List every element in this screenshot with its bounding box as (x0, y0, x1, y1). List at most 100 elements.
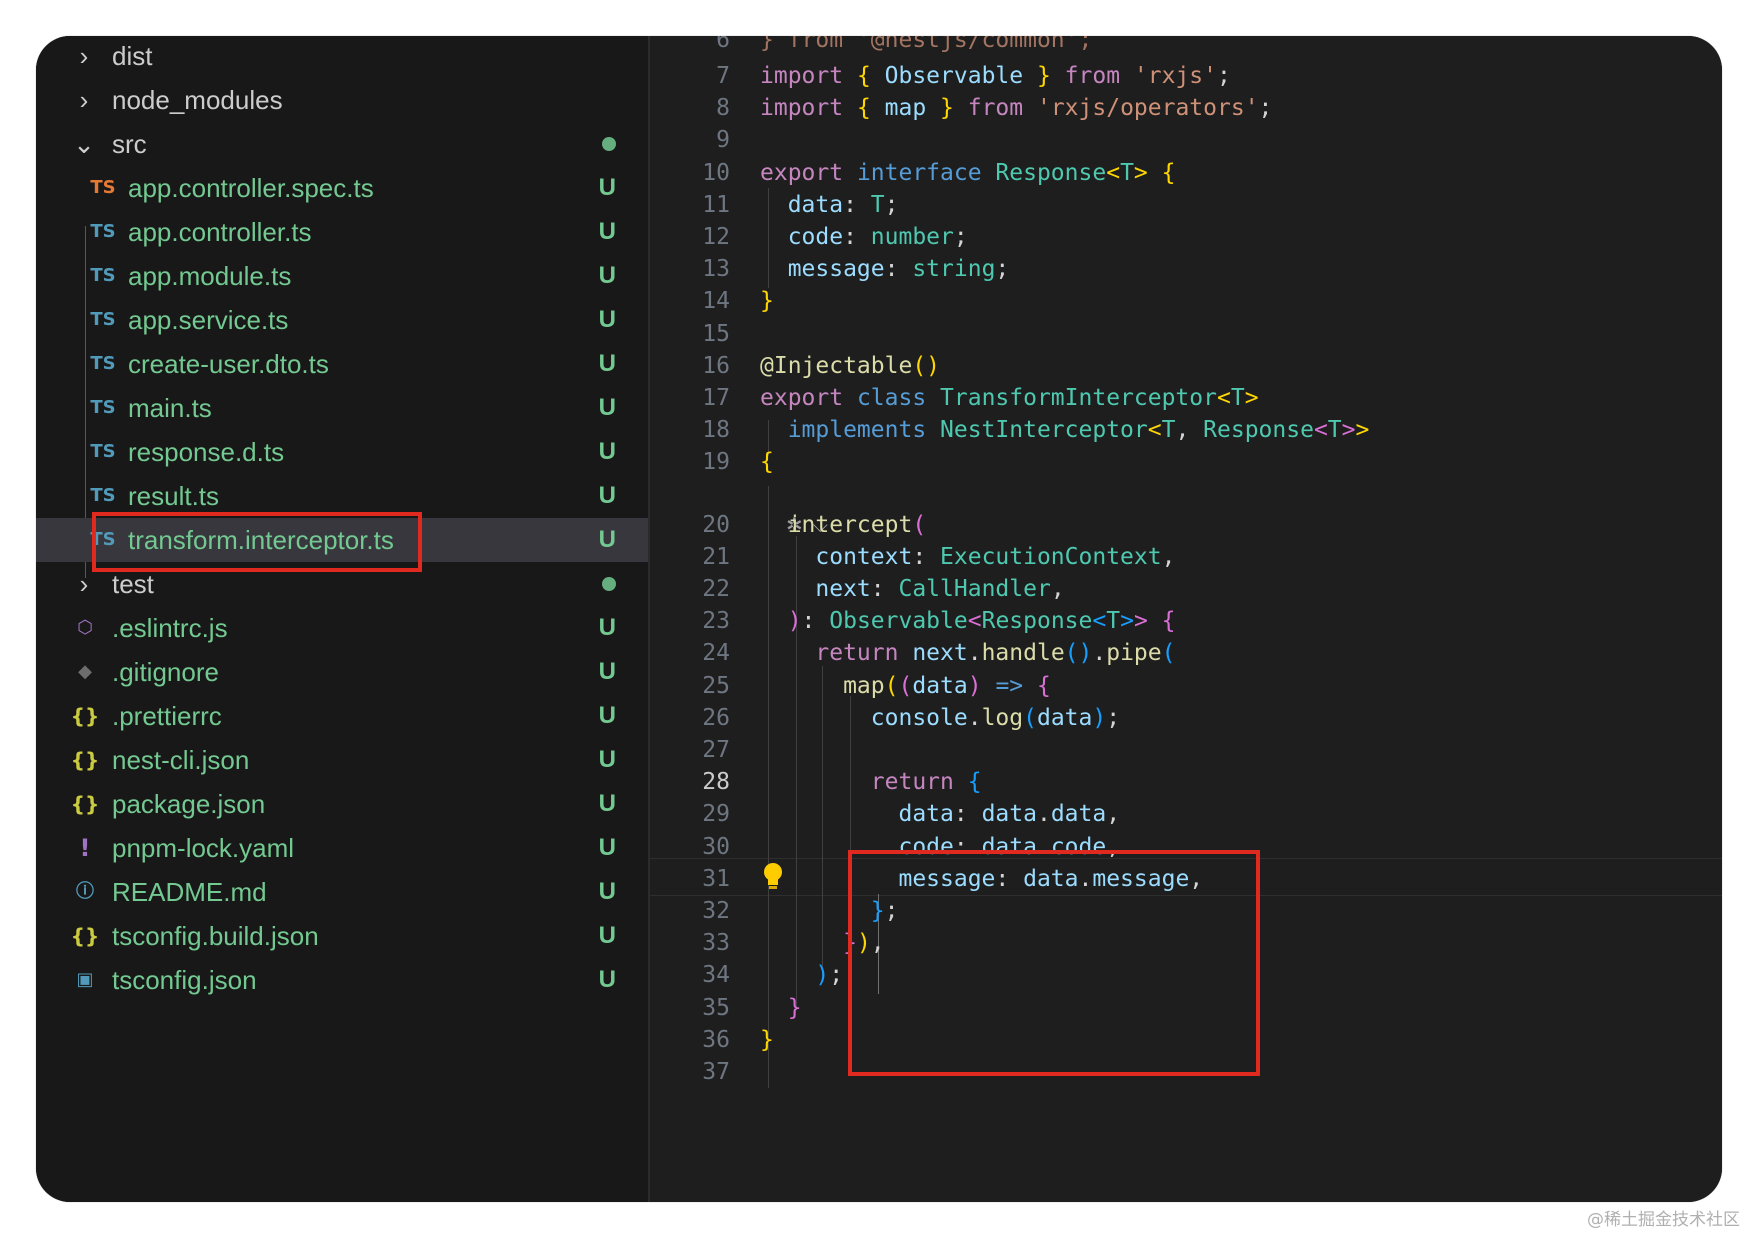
code-line[interactable]: import { map } from 'rxjs/operators'; (650, 90, 1722, 126)
tree-item-label: response.d.ts (128, 437, 285, 467)
git-status-badge: U (598, 702, 616, 729)
code-line[interactable] (650, 316, 1722, 352)
git-status-badge: U (598, 306, 616, 333)
tree-file[interactable]: TS response.d.ts U (36, 430, 648, 474)
code-line[interactable]: context: ExecutionContext, (650, 539, 1722, 575)
tree-file[interactable]: ▣ tsconfig.json U (36, 958, 648, 1002)
tree-file[interactable]: {} .prettierrc U (36, 694, 648, 738)
tree-file[interactable]: {} tsconfig.build.json U (36, 914, 648, 958)
vscode-window: › dist › node_modules ⌄ src TS app.controller.s… (36, 36, 1722, 1202)
watermark: @稀土掘金技术社区 (1587, 1210, 1740, 1230)
tree-item-label: nest-cli.json (112, 745, 250, 775)
git-status-badge: U (598, 614, 616, 641)
tree-item-label: tsconfig.json (112, 965, 257, 995)
tree-item-label: .gitignore (112, 657, 219, 687)
code-line[interactable]: import { Observable } from 'rxjs'; (650, 58, 1722, 94)
tree-file[interactable]: TS app.service.ts U (36, 298, 648, 342)
chevron-down-icon[interactable]: ⌄ (72, 122, 96, 166)
typescript-icon: TS (90, 177, 116, 198)
yaml-icon: ! (79, 834, 91, 862)
tree-item-label: tsconfig.build.json (112, 921, 319, 951)
tree-file[interactable]: TS app.controller.ts U (36, 210, 648, 254)
git-icon: ◆ (78, 661, 92, 682)
tree-file[interactable]: ◆ .gitignore U (36, 650, 648, 694)
code-line[interactable]: return next.handle().pipe( (650, 635, 1722, 671)
code-line[interactable] (650, 122, 1722, 158)
code-highlight-box (848, 850, 1260, 1076)
git-status-badge: U (598, 482, 616, 509)
eslint-icon: ⬡ (77, 617, 93, 638)
tree-item-label: .prettierrc (112, 701, 222, 731)
ts-config-icon: ▣ (76, 969, 94, 990)
tree-item-label: pnpm-lock.yaml (112, 833, 295, 863)
code-line[interactable]: implements NestInterceptor<T, Response<T… (650, 412, 1722, 448)
git-status-badge: U (598, 262, 616, 289)
tree-file[interactable]: TS app.module.ts U (36, 254, 648, 298)
code-line[interactable]: code: number; (650, 219, 1722, 255)
tree-folder[interactable]: ⌄ src (36, 122, 648, 166)
code-line[interactable]: message: string; (650, 251, 1722, 287)
git-status-badge: U (598, 218, 616, 245)
tree-file[interactable]: {} nest-cli.json U (36, 738, 648, 782)
tree-item-label: create-user.dto.ts (128, 349, 329, 379)
git-status-badge: U (598, 438, 616, 465)
info-icon: ⓘ (76, 881, 94, 902)
tree-file[interactable]: ! pnpm-lock.yaml U (36, 826, 648, 870)
git-status-badge: U (598, 174, 616, 201)
code-line[interactable]: data: T; (650, 187, 1722, 223)
tree-item-label: node_modules (112, 85, 283, 115)
chevron-right-icon[interactable]: › (72, 36, 96, 78)
json-icon: {} (70, 748, 100, 772)
typescript-icon: TS (90, 221, 116, 242)
json-icon: {} (70, 704, 100, 728)
code-line[interactable]: map((data) => { (650, 668, 1722, 704)
partial-top-line: } from '@nestjs/common'; (760, 36, 1093, 53)
code-editor[interactable]: } from '@nestjs/common'; 6 ✲ ⌵ 7 import { … (650, 36, 1722, 1202)
code-line[interactable] (650, 732, 1722, 768)
file-highlight-box (92, 512, 422, 572)
git-status-badge: U (598, 658, 616, 685)
code-line[interactable]: data: data.data, (650, 796, 1722, 832)
tree-item-label: package.json (112, 789, 266, 819)
typescript-icon: TS (90, 265, 116, 286)
tree-file[interactable]: TS app.controller.spec.ts U (36, 166, 648, 210)
code-line[interactable]: } (650, 283, 1722, 319)
json-icon: {} (70, 924, 100, 948)
tree-folder[interactable]: › dist (36, 36, 648, 78)
line-number: 6 (716, 36, 730, 53)
code-line[interactable]: return { (650, 764, 1722, 800)
typescript-icon: TS (90, 441, 116, 462)
tree-item-label: app.controller.ts (128, 217, 312, 247)
code-line[interactable]: next: CallHandler, (650, 571, 1722, 607)
tree-file[interactable]: TS main.ts U (36, 386, 648, 430)
tree-item-label: app.service.ts (128, 305, 289, 335)
code-line[interactable]: intercept( (650, 507, 1722, 543)
code-line[interactable]: export class TransformInterceptor<T> (650, 380, 1722, 416)
chevron-right-icon[interactable]: › (72, 78, 96, 122)
git-status-badge: U (598, 394, 616, 421)
git-status-badge: U (598, 350, 616, 377)
typescript-icon: TS (90, 309, 116, 330)
code-line[interactable]: console.log(data); (650, 700, 1722, 736)
tree-item-label: .eslintrc.js (112, 613, 228, 643)
code-line[interactable]: export interface Response<T> { (650, 155, 1722, 191)
tree-file[interactable]: {} package.json U (36, 782, 648, 826)
tree-item-label: main.ts (128, 393, 212, 423)
typescript-icon: TS (90, 353, 116, 374)
code-line[interactable]: @Injectable() (650, 348, 1722, 384)
git-status-badge: U (598, 834, 616, 861)
tree-file[interactable]: ⓘ README.md U (36, 870, 648, 914)
tree-item-label: app.controller.spec.ts (128, 173, 374, 203)
git-status-badge: U (598, 966, 616, 993)
code-line[interactable]: { (650, 444, 1722, 480)
git-status-badge: U (598, 878, 616, 905)
tree-file[interactable]: ⬡ .eslintrc.js U (36, 606, 648, 650)
git-status-dot (602, 577, 616, 591)
explorer-sidebar: › dist › node_modules ⌄ src TS app.controller.s… (36, 36, 650, 1202)
json-icon: {} (70, 792, 100, 816)
tree-item-label: dist (112, 41, 153, 71)
tree-folder[interactable]: › node_modules (36, 78, 648, 122)
tree-file[interactable]: TS create-user.dto.ts U (36, 342, 648, 386)
code-line[interactable]: ): Observable<Response<T>> { (650, 603, 1722, 639)
tree-item-label: app.module.ts (128, 261, 292, 291)
